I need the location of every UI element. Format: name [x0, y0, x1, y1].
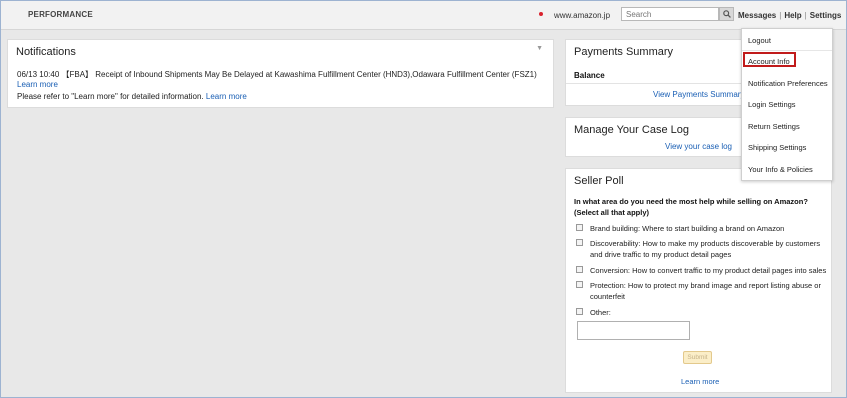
learn-more-link[interactable]: Learn more [206, 92, 247, 101]
poll-title: Seller Poll [574, 175, 624, 187]
learn-more-link[interactable]: Learn more [17, 80, 58, 89]
option-label: Protection: How to protect my brand imag… [590, 281, 821, 301]
poll-question: In what area do you need the most help w… [574, 197, 808, 217]
option-label: Conversion: How to convert traffic to my… [590, 266, 827, 275]
view-payments-summary-link[interactable]: View Payments Summary [653, 90, 744, 99]
menu-item-account-info[interactable]: Account Info [748, 57, 790, 66]
checkbox[interactable] [576, 239, 583, 246]
option-label: Brand building: Where to start building … [590, 224, 785, 233]
seller-poll-card: Seller Poll In what area do you need the… [565, 168, 832, 393]
notifications-card: Notifications ▼ 06/13 10:40 【FBA】 Receip… [7, 39, 554, 108]
top-bar: PERFORMANCE www.amazon.jp Messages|Help|… [1, 1, 846, 30]
menu-item-shipping-settings[interactable]: Shipping Settings [748, 143, 806, 152]
status-dot-icon [539, 12, 543, 16]
other-text-input[interactable] [577, 321, 690, 340]
menu-item-your-info-policies[interactable]: Your Info & Policies [748, 165, 813, 174]
separator: | [804, 11, 807, 20]
menu-item-login-settings[interactable]: Login Settings [748, 100, 796, 109]
search-icon [722, 10, 731, 18]
balance-label: Balance [574, 71, 605, 80]
payments-title: Payments Summary [574, 46, 674, 58]
submit-button[interactable]: Submit [683, 351, 712, 364]
case-log-title: Manage Your Case Log [574, 124, 689, 136]
menu-item-notification-preferences[interactable]: Notification Preferences [748, 79, 828, 88]
seller-central-window: PERFORMANCE www.amazon.jp Messages|Help|… [0, 0, 847, 398]
separator: | [779, 11, 782, 20]
option-label: Other: [590, 308, 611, 317]
search-input[interactable] [621, 7, 719, 21]
notification-refer-line: Please refer to "Learn more" for detaile… [17, 92, 247, 101]
checkbox[interactable] [576, 308, 583, 315]
learn-more-link[interactable]: Learn more [681, 377, 719, 386]
messages-link[interactable]: Messages [738, 11, 776, 20]
view-case-log-link[interactable]: View your case log [665, 142, 732, 151]
menu-item-logout[interactable]: Logout [748, 36, 771, 45]
menu-item-return-settings[interactable]: Return Settings [748, 122, 800, 131]
notifications-title: Notifications [16, 46, 76, 58]
settings-link[interactable]: Settings [810, 11, 842, 20]
checkbox[interactable] [576, 224, 583, 231]
checkbox[interactable] [576, 281, 583, 288]
refer-text: Please refer to "Learn more" for detaile… [17, 92, 204, 101]
performance-nav[interactable]: PERFORMANCE [28, 10, 93, 19]
header-links: Messages | Help | Settings [738, 11, 841, 20]
marketplace-selector[interactable]: www.amazon.jp [554, 11, 610, 20]
collapse-caret-icon[interactable]: ▼ [536, 45, 543, 52]
divider [742, 50, 832, 51]
settings-dropdown-menu: Logout Account Info Notification Prefere… [741, 28, 833, 181]
option-label: Discoverability: How to make my products… [590, 239, 821, 259]
notification-message: 06/13 10:40 【FBA】 Receipt of Inbound Shi… [17, 70, 537, 79]
checkbox[interactable] [576, 266, 583, 273]
search-button[interactable] [719, 7, 734, 21]
help-link[interactable]: Help [784, 11, 801, 20]
